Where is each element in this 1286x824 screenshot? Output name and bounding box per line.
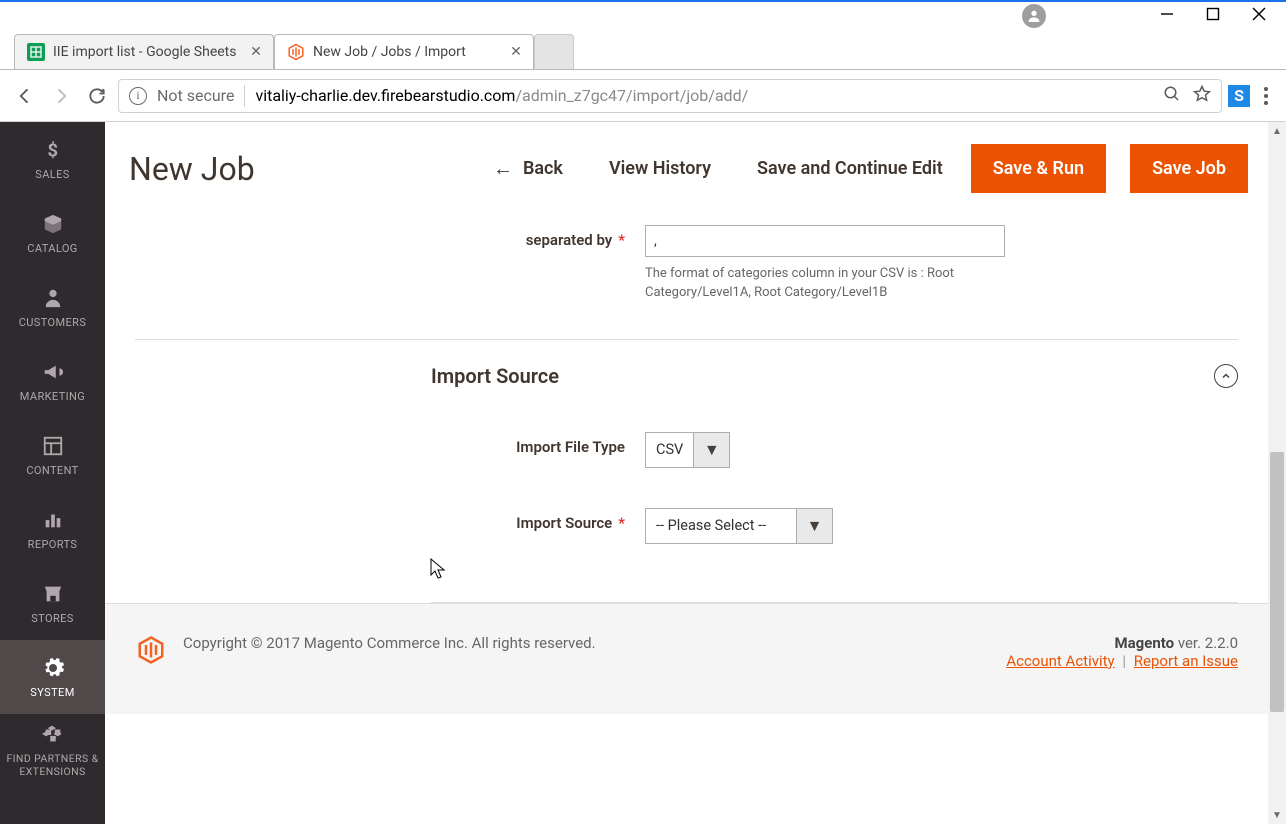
section-title-import-source: Import Source bbox=[431, 364, 559, 388]
sidenav-label: CUSTOMERS bbox=[19, 316, 87, 329]
store-icon bbox=[41, 582, 65, 606]
sidenav-item-partners[interactable]: FIND PARTNERS & EXTENSIONS bbox=[0, 714, 105, 788]
separated-by-hint: The format of categories column in your … bbox=[645, 265, 1005, 303]
back-button[interactable] bbox=[10, 81, 40, 111]
zoom-icon[interactable] bbox=[1163, 85, 1181, 107]
site-info-icon[interactable]: i bbox=[129, 87, 147, 105]
magento-logo-icon bbox=[135, 634, 167, 666]
save-job-button[interactable]: Save Job bbox=[1130, 144, 1248, 193]
browser-toolbar: i Not secure vitaliy-charlie.dev.firebea… bbox=[0, 70, 1286, 122]
browser-tabstrip: IIE import list - Google Sheets ✕ New Jo… bbox=[0, 28, 1286, 69]
box-icon bbox=[41, 212, 65, 236]
footer-version: ver. 2.2.0 bbox=[1178, 634, 1238, 652]
svg-text:$: $ bbox=[47, 140, 58, 161]
field-label-import-source: Import Source* bbox=[135, 508, 645, 532]
extension-icon[interactable]: S bbox=[1228, 85, 1250, 107]
sidenav-label: CATALOG bbox=[27, 242, 77, 255]
divider: | bbox=[1122, 652, 1126, 670]
browser-tab[interactable]: IIE import list - Google Sheets ✕ bbox=[14, 34, 274, 69]
tab-close-icon[interactable]: ✕ bbox=[509, 45, 523, 59]
back-button[interactable]: ← Back bbox=[475, 146, 581, 191]
chrome-menu-icon[interactable] bbox=[1256, 87, 1276, 105]
arrow-left-icon: ← bbox=[493, 156, 513, 181]
sidenav-item-reports[interactable]: REPORTS bbox=[0, 492, 105, 566]
sidenav-item-sales[interactable]: $ SALES bbox=[0, 122, 105, 196]
import-source-value: -- Please Select -- bbox=[646, 509, 796, 543]
sidenav-item-stores[interactable]: STORES bbox=[0, 566, 105, 640]
security-label: Not secure bbox=[157, 86, 234, 105]
megaphone-icon bbox=[41, 360, 65, 384]
magento-favicon-icon bbox=[287, 43, 305, 61]
scroll-up-icon[interactable]: ▲ bbox=[1268, 122, 1286, 140]
sidenav-label: FIND PARTNERS & EXTENSIONS bbox=[4, 753, 101, 778]
footer-brand: Magento bbox=[1114, 634, 1174, 652]
reload-button[interactable] bbox=[82, 81, 112, 111]
sidenav-item-marketing[interactable]: MARKETING bbox=[0, 344, 105, 418]
divider bbox=[244, 85, 245, 107]
address-bar[interactable]: i Not secure vitaliy-charlie.dev.firebea… bbox=[118, 79, 1222, 113]
window-minimize-icon[interactable] bbox=[1160, 7, 1174, 21]
person-icon bbox=[41, 286, 65, 310]
forward-button[interactable] bbox=[46, 81, 76, 111]
window-close-icon[interactable] bbox=[1252, 7, 1266, 21]
view-history-label: View History bbox=[609, 158, 711, 179]
tab-title: IIE import list - Google Sheets bbox=[53, 44, 241, 60]
import-source-select[interactable]: -- Please Select -- ▼ bbox=[645, 508, 833, 544]
chevron-down-icon: ▼ bbox=[693, 433, 729, 467]
browser-tab-ghost[interactable] bbox=[534, 34, 574, 69]
file-type-select[interactable]: CSV ▼ bbox=[645, 432, 730, 468]
back-label: Back bbox=[523, 158, 563, 179]
url-text: vitaliy-charlie.dev.firebearstudio.com/a… bbox=[255, 86, 748, 105]
report-issue-link[interactable]: Report an Issue bbox=[1134, 652, 1238, 670]
page-footer: Copyright © 2017 Magento Commerce Inc. A… bbox=[105, 603, 1268, 714]
separated-by-input[interactable] bbox=[645, 225, 1005, 257]
sidenav-item-system[interactable]: SYSTEM bbox=[0, 640, 105, 714]
field-label-separated-by: separated by* bbox=[135, 225, 645, 249]
sidenav-item-content[interactable]: CONTENT bbox=[0, 418, 105, 492]
page-header: New Job ← Back View History Save and Con… bbox=[105, 122, 1268, 215]
sidenav-label: SYSTEM bbox=[30, 686, 74, 699]
sidenav-label: CONTENT bbox=[26, 464, 78, 477]
account-activity-link[interactable]: Account Activity bbox=[1006, 652, 1114, 670]
sidenav-label: STORES bbox=[31, 612, 73, 625]
scroll-thumb[interactable] bbox=[1270, 452, 1284, 712]
blocks-icon bbox=[41, 723, 65, 747]
chrome-profile-icon[interactable] bbox=[1022, 4, 1046, 28]
tab-close-icon[interactable]: ✕ bbox=[249, 45, 263, 59]
save-run-button[interactable]: Save & Run bbox=[971, 144, 1106, 193]
page-title: New Job bbox=[129, 150, 255, 188]
sidenav-label: MARKETING bbox=[20, 390, 85, 403]
window-maximize-icon[interactable] bbox=[1206, 7, 1220, 21]
copyright-text: Copyright © 2017 Magento Commerce Inc. A… bbox=[183, 634, 990, 652]
collapse-toggle-icon[interactable] bbox=[1214, 364, 1238, 388]
sidenav-label: SALES bbox=[35, 168, 69, 181]
sidenav-item-customers[interactable]: CUSTOMERS bbox=[0, 270, 105, 344]
save-continue-label: Save and Continue Edit bbox=[757, 158, 943, 179]
scroll-down-icon[interactable]: ▼ bbox=[1268, 806, 1286, 824]
browser-tab[interactable]: New Job / Jobs / Import ✕ bbox=[274, 34, 534, 69]
field-label-file-type: Import File Type bbox=[135, 432, 645, 456]
sheets-favicon-icon bbox=[27, 43, 45, 61]
sidenav-label: REPORTS bbox=[28, 538, 78, 551]
page-scrollbar[interactable]: ▲ ▼ bbox=[1268, 122, 1286, 824]
layout-icon bbox=[41, 434, 65, 458]
sidenav-item-catalog[interactable]: CATALOG bbox=[0, 196, 105, 270]
bookmark-star-icon[interactable] bbox=[1193, 85, 1211, 107]
save-continue-button[interactable]: Save and Continue Edit bbox=[739, 148, 961, 189]
view-history-button[interactable]: View History bbox=[591, 148, 729, 189]
chevron-down-icon: ▼ bbox=[796, 509, 832, 543]
dollar-icon: $ bbox=[41, 138, 65, 162]
gear-icon bbox=[41, 656, 65, 680]
window-accent-border bbox=[0, 0, 1286, 2]
tab-title: New Job / Jobs / Import bbox=[313, 44, 501, 60]
bars-icon bbox=[41, 508, 65, 532]
admin-sidenav: $ SALES CATALOG CUSTOMERS MARKETING CONT… bbox=[0, 122, 105, 824]
file-type-value: CSV bbox=[646, 433, 693, 467]
